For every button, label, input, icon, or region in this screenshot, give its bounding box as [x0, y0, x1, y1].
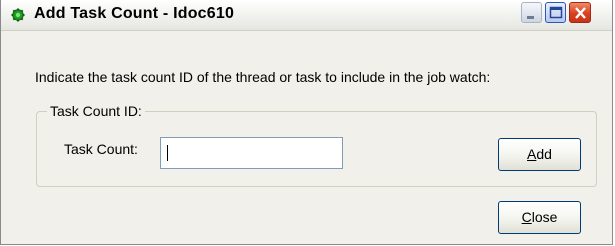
green-gear-icon — [11, 8, 25, 22]
minimize-button[interactable] — [521, 2, 542, 23]
minimize-icon — [527, 16, 534, 19]
maximize-button[interactable] — [545, 2, 566, 23]
group-title: Task Count ID: — [47, 103, 145, 119]
instruction-text: Indicate the task count ID of the thread… — [35, 69, 491, 85]
add-button[interactable]: Add — [498, 138, 581, 171]
add-label-rest: dd — [536, 146, 552, 162]
close-mnemonic: C — [521, 209, 532, 225]
window-title: Add Task Count - Idoc610 — [34, 5, 235, 22]
task-count-input[interactable] — [160, 137, 343, 169]
text-caret — [167, 145, 168, 161]
task-count-label: Task Count: — [64, 141, 138, 157]
maximize-icon — [549, 6, 563, 19]
close-label-rest: lose — [531, 209, 558, 225]
add-mnemonic: A — [527, 146, 537, 162]
close-icon — [575, 7, 586, 19]
dialog-window: Add Task Count - Idoc610 Indicate the ta… — [0, 0, 613, 245]
close-window-button[interactable] — [569, 2, 591, 23]
close-button[interactable]: Close — [498, 201, 581, 234]
title-bar[interactable]: Add Task Count - Idoc610 — [1, 0, 612, 31]
